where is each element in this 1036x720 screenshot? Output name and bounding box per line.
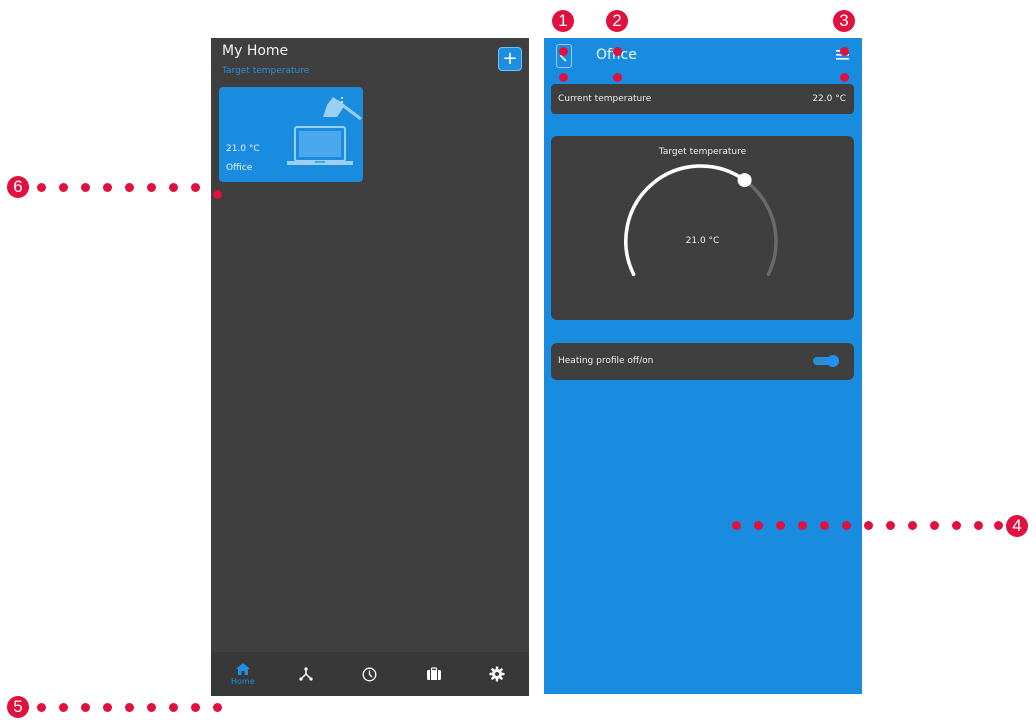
room-temperature: 21.0 °C bbox=[226, 144, 260, 154]
callout-dot bbox=[59, 183, 68, 192]
clock-icon bbox=[363, 667, 377, 681]
callout-marker-6: 6 bbox=[7, 176, 29, 198]
callout-marker-1: 1 bbox=[552, 10, 574, 32]
callout-dot bbox=[59, 703, 68, 712]
toggle-knob bbox=[827, 355, 839, 367]
callout-dot bbox=[169, 183, 178, 192]
callout-marker-3: 3 bbox=[833, 10, 855, 32]
nav-settings[interactable] bbox=[477, 666, 517, 682]
nav-home[interactable]: Home bbox=[223, 662, 263, 686]
callout-dot bbox=[776, 521, 785, 530]
callout-dot bbox=[559, 47, 568, 56]
heating-profile-label: Heating profile off/on bbox=[558, 356, 654, 366]
nav-profiles[interactable] bbox=[414, 667, 454, 681]
callout-marker-2: 2 bbox=[606, 10, 628, 32]
room-card-office[interactable]: 21.0 °C Office bbox=[219, 87, 363, 182]
room-name: Office bbox=[226, 163, 253, 173]
callout-dot bbox=[798, 521, 807, 530]
heating-profile-row: Heating profile off/on bbox=[551, 343, 854, 380]
callout-dot bbox=[908, 521, 917, 530]
page-subtitle: Target temperature bbox=[222, 66, 310, 76]
laptop-lamp-illustration bbox=[287, 97, 362, 165]
callout-dot bbox=[840, 73, 849, 82]
callout-dot bbox=[125, 703, 134, 712]
callout-dot bbox=[930, 521, 939, 530]
bottom-navigation: Home bbox=[211, 652, 529, 696]
callout-dot bbox=[103, 703, 112, 712]
callout-dot bbox=[820, 521, 829, 530]
network-icon bbox=[299, 667, 313, 681]
callout-dot bbox=[169, 703, 178, 712]
callout-dot bbox=[559, 73, 568, 82]
callout-dot bbox=[125, 183, 134, 192]
callout-dot bbox=[613, 73, 622, 82]
callout-dot bbox=[754, 521, 763, 530]
temperature-dial[interactable] bbox=[611, 164, 791, 294]
callout-dot bbox=[191, 703, 200, 712]
heating-profile-toggle[interactable] bbox=[813, 355, 839, 367]
callout-dot bbox=[886, 521, 895, 530]
callout-dot bbox=[974, 521, 983, 530]
callout-dot bbox=[147, 703, 156, 712]
callout-dot bbox=[147, 183, 156, 192]
callout-dot bbox=[37, 183, 46, 192]
callout-dot bbox=[81, 703, 90, 712]
page-title: My Home bbox=[222, 43, 289, 59]
callout-dot bbox=[840, 47, 849, 56]
nav-home-label: Home bbox=[230, 677, 255, 686]
callout-dot bbox=[613, 47, 622, 56]
callout-marker-4: 4 bbox=[1006, 515, 1028, 537]
callout-marker-5: 5 bbox=[7, 696, 29, 718]
callout-dot bbox=[37, 703, 46, 712]
callout-dot bbox=[191, 183, 200, 192]
callout-dot bbox=[103, 183, 112, 192]
callout-dot bbox=[81, 183, 90, 192]
target-temperature-value: 21.0 °C bbox=[685, 236, 720, 246]
callout-dot bbox=[842, 521, 851, 530]
target-temperature-card: Target temperature 21.0 °C bbox=[551, 136, 854, 320]
callout-dot bbox=[864, 521, 873, 530]
room-detail-screen: Office Current temperature 22.0 °C Targe… bbox=[544, 38, 862, 694]
current-temperature-row: Current temperature 22.0 °C bbox=[551, 84, 854, 114]
target-temperature-label: Target temperature bbox=[658, 147, 747, 157]
callout-dot bbox=[732, 521, 741, 530]
callout-dot bbox=[213, 190, 222, 199]
gear-icon bbox=[489, 666, 505, 682]
callout-dot bbox=[994, 521, 1003, 530]
nav-schedule[interactable] bbox=[350, 667, 390, 682]
current-temperature-label: Current temperature bbox=[558, 94, 652, 104]
add-room-button[interactable]: + bbox=[498, 47, 522, 71]
callout-dot bbox=[213, 703, 222, 712]
home-icon bbox=[235, 663, 250, 675]
current-temperature-value: 22.0 °C bbox=[812, 94, 846, 104]
nav-network[interactable] bbox=[286, 667, 326, 681]
callout-dot bbox=[952, 521, 961, 530]
briefcase-icon bbox=[426, 667, 441, 680]
home-screen: My Home Target temperature + 21.0 °C Off… bbox=[211, 38, 529, 696]
dial-handle[interactable] bbox=[737, 173, 752, 188]
